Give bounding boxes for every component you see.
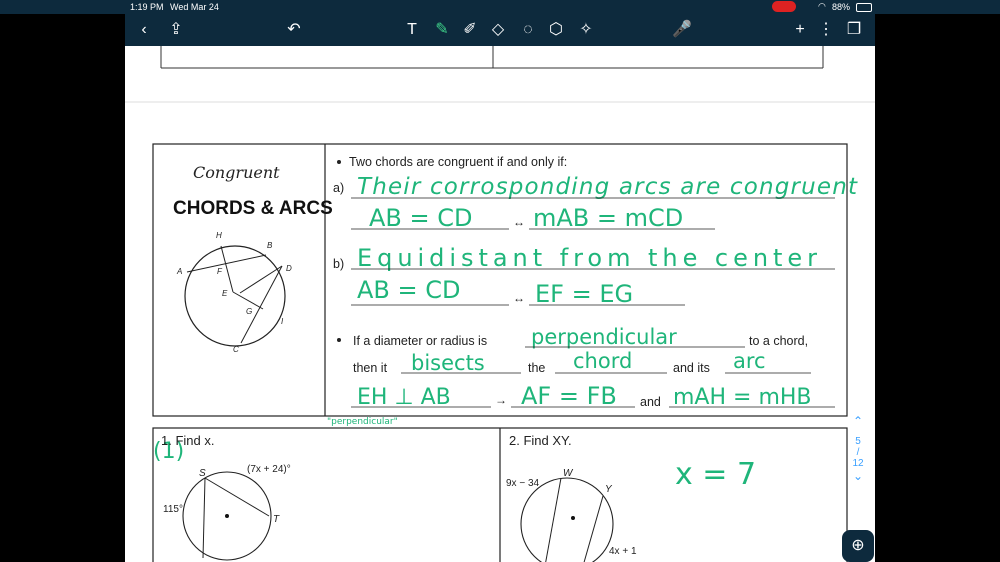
p1-label-s: S [199, 468, 206, 479]
label-i: I [281, 317, 284, 326]
wifi-icon: ◠ [818, 1, 826, 11]
p2-expr2: 4x + 1 [609, 546, 637, 557]
chord-ab [186, 254, 267, 273]
label-e: E [222, 289, 228, 298]
p1-angle2: (7x + 24)° [247, 464, 291, 475]
status-time: 1:19 PM [130, 2, 164, 12]
undo-icon[interactable]: ↶ [283, 19, 305, 41]
record-indicator-icon [772, 1, 796, 12]
heading-title: CHORDS & ARCS [173, 198, 333, 219]
hw-af-fb: AF = FB [521, 382, 617, 410]
p2-center [571, 516, 575, 520]
p1-chord [204, 477, 270, 517]
page-slash: / [856, 447, 860, 458]
battery-icon [856, 3, 872, 12]
hw-perp-note: "perpendicular" [327, 417, 398, 427]
chevron-up-icon[interactable]: ⌃ [845, 414, 871, 428]
p2-label-w: W [563, 468, 574, 479]
hw-arc: arc [733, 349, 766, 373]
lasso-icon[interactable]: ◌ [517, 19, 539, 41]
heading-script: Congruent [193, 163, 280, 182]
text-tool-icon[interactable]: T [401, 19, 423, 41]
problem1-title: 1. Find x. [161, 433, 214, 448]
bullet2-part1: If a diameter or radius is [353, 334, 487, 348]
p2-chord [545, 477, 562, 562]
line3-part2: the [528, 361, 545, 375]
label-d: D [286, 264, 292, 273]
line4-and: and [640, 395, 661, 409]
chevron-down-icon[interactable]: ⌄ [845, 469, 871, 483]
hw-a-line2-left: AB = CD [369, 204, 473, 232]
toolbar: ‹ ⇪ ↶ T ✎ ✐ ◇ ◌ ⬡ ✧ 🎤 + ⋮ ❐ [125, 14, 875, 46]
p2-expr1: 9x − 34 [506, 478, 540, 489]
laser-icon[interactable]: ✧ [575, 19, 597, 41]
page-total: 12 [852, 458, 864, 469]
hw-b-line2-left: AB = CD [357, 276, 461, 304]
back-icon[interactable]: ‹ [133, 19, 155, 41]
add-icon[interactable]: + [789, 19, 811, 41]
worksheet-canvas: Congruent CHORDS & ARCS H B A F D E G I … [125, 46, 875, 562]
zoom-icon[interactable]: ⊕ [842, 530, 874, 562]
highlighter-icon[interactable]: ✐ [459, 19, 481, 41]
bullet1-text: Two chords are congruent if and only if: [349, 155, 567, 169]
iff-arrow: ↔ [513, 291, 525, 305]
implies-arrow: → [495, 393, 507, 407]
page-navigator[interactable]: ⌃ 5 / 12 ⌄ [845, 414, 871, 504]
line3-part1: then it [353, 361, 388, 375]
p1-angle1: 115° [163, 504, 183, 515]
hw-a-line1: Their corrosponding arcs are congruent [357, 174, 858, 200]
shape-icon[interactable]: ⬡ [545, 19, 567, 41]
chord-cd-part [239, 265, 283, 294]
pen-icon[interactable]: ✎ [431, 19, 453, 41]
hw-b-line2-right: EF = EG [535, 280, 633, 308]
p1-label-t: T [273, 514, 280, 525]
hw-chord: chord [573, 349, 632, 373]
label-f: F [217, 267, 223, 276]
p2-label-y: Y [605, 484, 613, 495]
bullet-dot [337, 160, 341, 164]
document-page[interactable]: Congruent CHORDS & ARCS H B A F D E G I … [125, 46, 875, 562]
hw-eh-perp-ab: EH ⊥ AB [357, 385, 451, 410]
mic-icon[interactable]: 🎤 [671, 19, 693, 41]
p2-circle [520, 477, 614, 562]
hw-bisects: bisects [411, 351, 485, 375]
p1-center [225, 514, 229, 518]
p2-chord [583, 495, 604, 562]
hw-a-line2-right: mAB = mCD [533, 204, 683, 232]
status-date: Wed Mar 24 [170, 2, 219, 12]
label-h: H [216, 231, 222, 240]
more-icon[interactable]: ⋮ [815, 19, 837, 41]
hw-answer: x = 7 [675, 457, 756, 492]
battery-percent: 88% [832, 2, 851, 12]
p1-chord [202, 477, 206, 559]
eraser-icon[interactable]: ◇ [487, 19, 509, 41]
diagram-circle [184, 245, 286, 347]
a-label: a) [333, 181, 344, 195]
status-bar: 1:19 PM Wed Mar 24 ◠ 88% [0, 0, 1000, 14]
chord-cd [240, 265, 283, 344]
line3-part3: and its [673, 361, 710, 375]
hw-mah-mhb: mAH = mHB [673, 385, 812, 410]
bullet2-part2: to a chord, [749, 334, 808, 348]
radius-eh [220, 245, 234, 293]
page-current: 5 [855, 436, 861, 447]
hw-b-line1: Equidistant from the center [357, 244, 817, 272]
hw-perpendicular: perpendicular [531, 325, 677, 349]
bullet-dot [337, 338, 341, 342]
label-g: G [246, 307, 252, 316]
problem2-title: 2. Find XY. [509, 433, 572, 448]
pages-icon[interactable]: ❐ [843, 19, 865, 41]
share-icon[interactable]: ⇪ [165, 19, 187, 41]
iff-arrow: ↔ [513, 215, 525, 229]
label-c: C [233, 345, 239, 354]
label-b: B [267, 241, 273, 250]
b-label: b) [333, 257, 344, 271]
label-a: A [176, 267, 182, 276]
